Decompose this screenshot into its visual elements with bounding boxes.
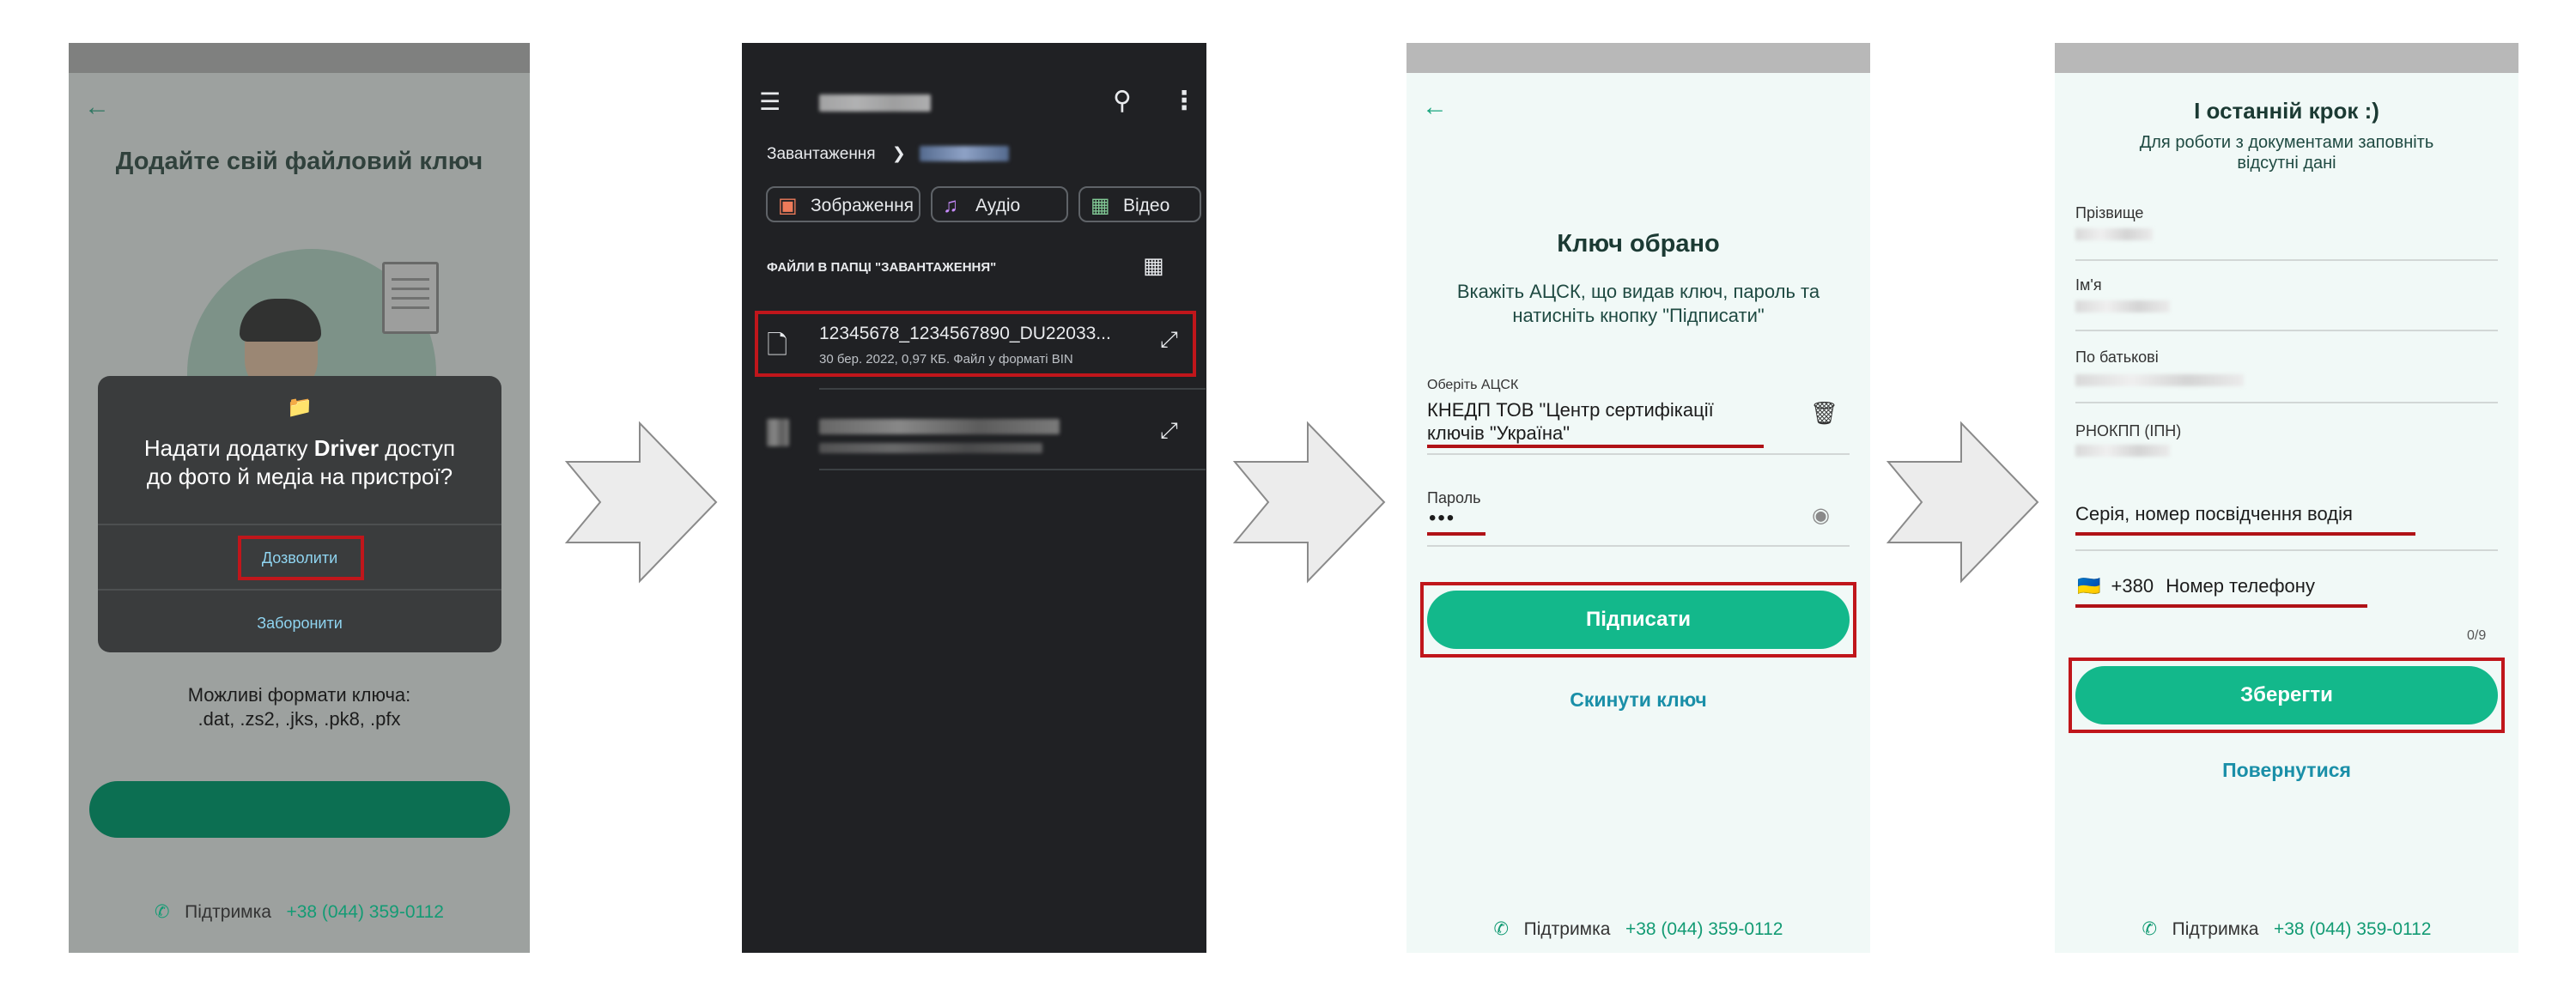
chip-video[interactable]: ▦ Відео bbox=[1078, 186, 1201, 222]
permission-question: Надати додатку Driver доступ до фото й м… bbox=[143, 435, 456, 489]
patronymic-label: По батькові bbox=[2075, 349, 2159, 366]
arrow-left-icon[interactable]: ← bbox=[1422, 93, 1448, 122]
divider bbox=[819, 388, 1206, 390]
support-bar: ✆ Підтримка +38 (044) 359-0112 bbox=[69, 901, 530, 923]
acsk-select[interactable]: КНЕДП ТОВ "Центр сертифікації ключів "Ук… bbox=[1427, 398, 1714, 445]
highlight-underline bbox=[1427, 445, 1764, 448]
chip-audio[interactable]: ♫ Аудіо bbox=[931, 186, 1068, 222]
surname-label: Прізвище bbox=[2075, 204, 2144, 221]
chip-images[interactable]: ▣ Зображення bbox=[766, 186, 920, 222]
field-underline bbox=[2075, 549, 2498, 551]
screen-key-selected: ← Ключ обрано Вкажіть АЦСК, що видав клю… bbox=[1406, 43, 1870, 953]
select-key-button[interactable] bbox=[89, 781, 510, 838]
screen-final-step: І останній крок :) Для роботи з документ… bbox=[2055, 43, 2518, 953]
support-phone-link[interactable]: +38 (044) 359-0112 bbox=[286, 902, 444, 922]
divider bbox=[98, 589, 501, 591]
eye-icon[interactable]: ◉ bbox=[1812, 503, 1830, 528]
support-phone-link[interactable]: +38 (044) 359-0112 bbox=[1625, 919, 1783, 939]
back-link[interactable]: Повернутися bbox=[2055, 759, 2518, 782]
divider bbox=[98, 524, 501, 525]
file-item[interactable]: ⤢ bbox=[755, 402, 1196, 462]
image-icon: ▣ bbox=[778, 194, 798, 217]
chevron-right-icon: ❯ bbox=[891, 145, 906, 163]
status-bar bbox=[2055, 43, 2518, 73]
expand-icon[interactable]: ⤢ bbox=[1160, 417, 1178, 445]
redacted-patronymic bbox=[2075, 374, 2244, 386]
ukraine-flag-icon: 🇺🇦 bbox=[2077, 575, 2101, 597]
divider bbox=[819, 469, 1206, 470]
permission-dialog: 📁 Надати додатку Driver доступ до фото й… bbox=[98, 376, 501, 652]
support-label: Підтримка bbox=[2172, 919, 2259, 939]
highlight-allow bbox=[238, 536, 364, 580]
highlight-underline bbox=[2075, 532, 2415, 536]
support-label: Підтримка bbox=[185, 902, 271, 922]
screen-file-picker: ☰ ⚲ ⋮ Завантаження ❯ ▣ Зображення ♫ Аудіо … bbox=[742, 43, 1206, 953]
step-arrow bbox=[564, 421, 718, 584]
grid-view-icon[interactable]: ▦ bbox=[1143, 252, 1164, 279]
highlight-underline bbox=[2075, 604, 2367, 608]
step-arrow bbox=[1232, 421, 1386, 584]
highlight-save-button bbox=[2069, 658, 2505, 733]
more-options-icon[interactable]: ⋮ bbox=[1171, 86, 1197, 116]
subtitle-text: Для роботи з документами заповніть відсу… bbox=[2139, 133, 2434, 173]
field-underline bbox=[1427, 545, 1850, 547]
highlight-sign-button bbox=[1420, 582, 1856, 658]
redacted-folder-title bbox=[819, 94, 931, 112]
status-bar bbox=[1406, 43, 1870, 73]
redacted-file-icon bbox=[767, 419, 789, 446]
password-label: Пароль bbox=[1427, 489, 1481, 506]
screen-add-key: ← Додайте свій файловий ключ Можливі фор… bbox=[69, 43, 530, 953]
page-title: Ключ обрано bbox=[1557, 230, 1720, 258]
breadcrumb-root[interactable]: Завантаження bbox=[767, 145, 876, 163]
support-phone-link[interactable]: +38 (044) 359-0112 bbox=[2274, 919, 2432, 939]
name-label: Ім'я bbox=[2075, 276, 2102, 294]
step-arrow bbox=[1886, 421, 2039, 584]
key-formats-text: Можливі формати ключа: .dat, .zs2, .jks,… bbox=[187, 684, 411, 730]
redacted-surname bbox=[2075, 228, 2153, 240]
search-icon[interactable]: ⚲ bbox=[1113, 86, 1132, 116]
section-title: ФАЙЛИ В ПАПЦІ "ЗАВАНТАЖЕННЯ" bbox=[767, 260, 997, 275]
tax-id-label: РНОКПП (ІПН) bbox=[2075, 422, 2182, 439]
field-underline bbox=[2075, 402, 2498, 403]
redacted-name bbox=[2075, 300, 2170, 312]
phone-icon: ✆ bbox=[2142, 919, 2158, 939]
phone-counter: 0/9 bbox=[2467, 628, 2487, 643]
password-input[interactable]: ••• bbox=[1429, 506, 1455, 530]
breadcrumb: Завантаження ❯ bbox=[767, 144, 906, 164]
license-input[interactable]: Серія, номер посвідчення водія bbox=[2075, 503, 2353, 525]
phone-input[interactable]: 🇺🇦 +380 Номер телефону bbox=[2077, 575, 2315, 597]
music-note-icon: ♫ bbox=[943, 194, 958, 217]
deny-button[interactable]: Заборонити bbox=[98, 615, 501, 633]
acsk-label: Оберіть АЦСК bbox=[1427, 378, 1519, 392]
redacted-file-meta bbox=[819, 443, 1042, 453]
field-underline bbox=[2075, 259, 2498, 261]
support-bar: ✆ Підтримка +38 (044) 359-0112 bbox=[1406, 918, 1870, 940]
page-title: І останній крок :) bbox=[2194, 98, 2379, 124]
field-underline bbox=[1427, 453, 1850, 455]
menu-icon[interactable]: ☰ bbox=[759, 88, 781, 116]
redacted-tax-id bbox=[2075, 445, 2170, 457]
support-label: Підтримка bbox=[1523, 919, 1611, 939]
reset-key-link[interactable]: Скинути ключ bbox=[1406, 688, 1870, 712]
phone-icon: ✆ bbox=[1493, 919, 1510, 939]
phone-placeholder: Номер телефону bbox=[2166, 575, 2315, 597]
folder-icon: 📁 bbox=[287, 396, 313, 419]
highlight-file bbox=[755, 311, 1196, 377]
field-underline bbox=[2075, 330, 2498, 331]
phone-icon: ✆ bbox=[155, 902, 170, 922]
support-bar: ✆ Підтримка +38 (044) 359-0112 bbox=[2055, 918, 2518, 940]
instruction-text: Вкажіть АЦСК, що видав ключ, пароль та н… bbox=[1456, 281, 1820, 326]
phone-code: +380 bbox=[2111, 575, 2154, 597]
highlight-underline bbox=[1427, 532, 1485, 536]
video-icon: ▦ bbox=[1091, 194, 1110, 217]
redacted-breadcrumb bbox=[920, 146, 1009, 161]
redacted-file-name bbox=[819, 419, 1060, 434]
delete-icon[interactable]: 🗑 bbox=[1810, 400, 1838, 427]
